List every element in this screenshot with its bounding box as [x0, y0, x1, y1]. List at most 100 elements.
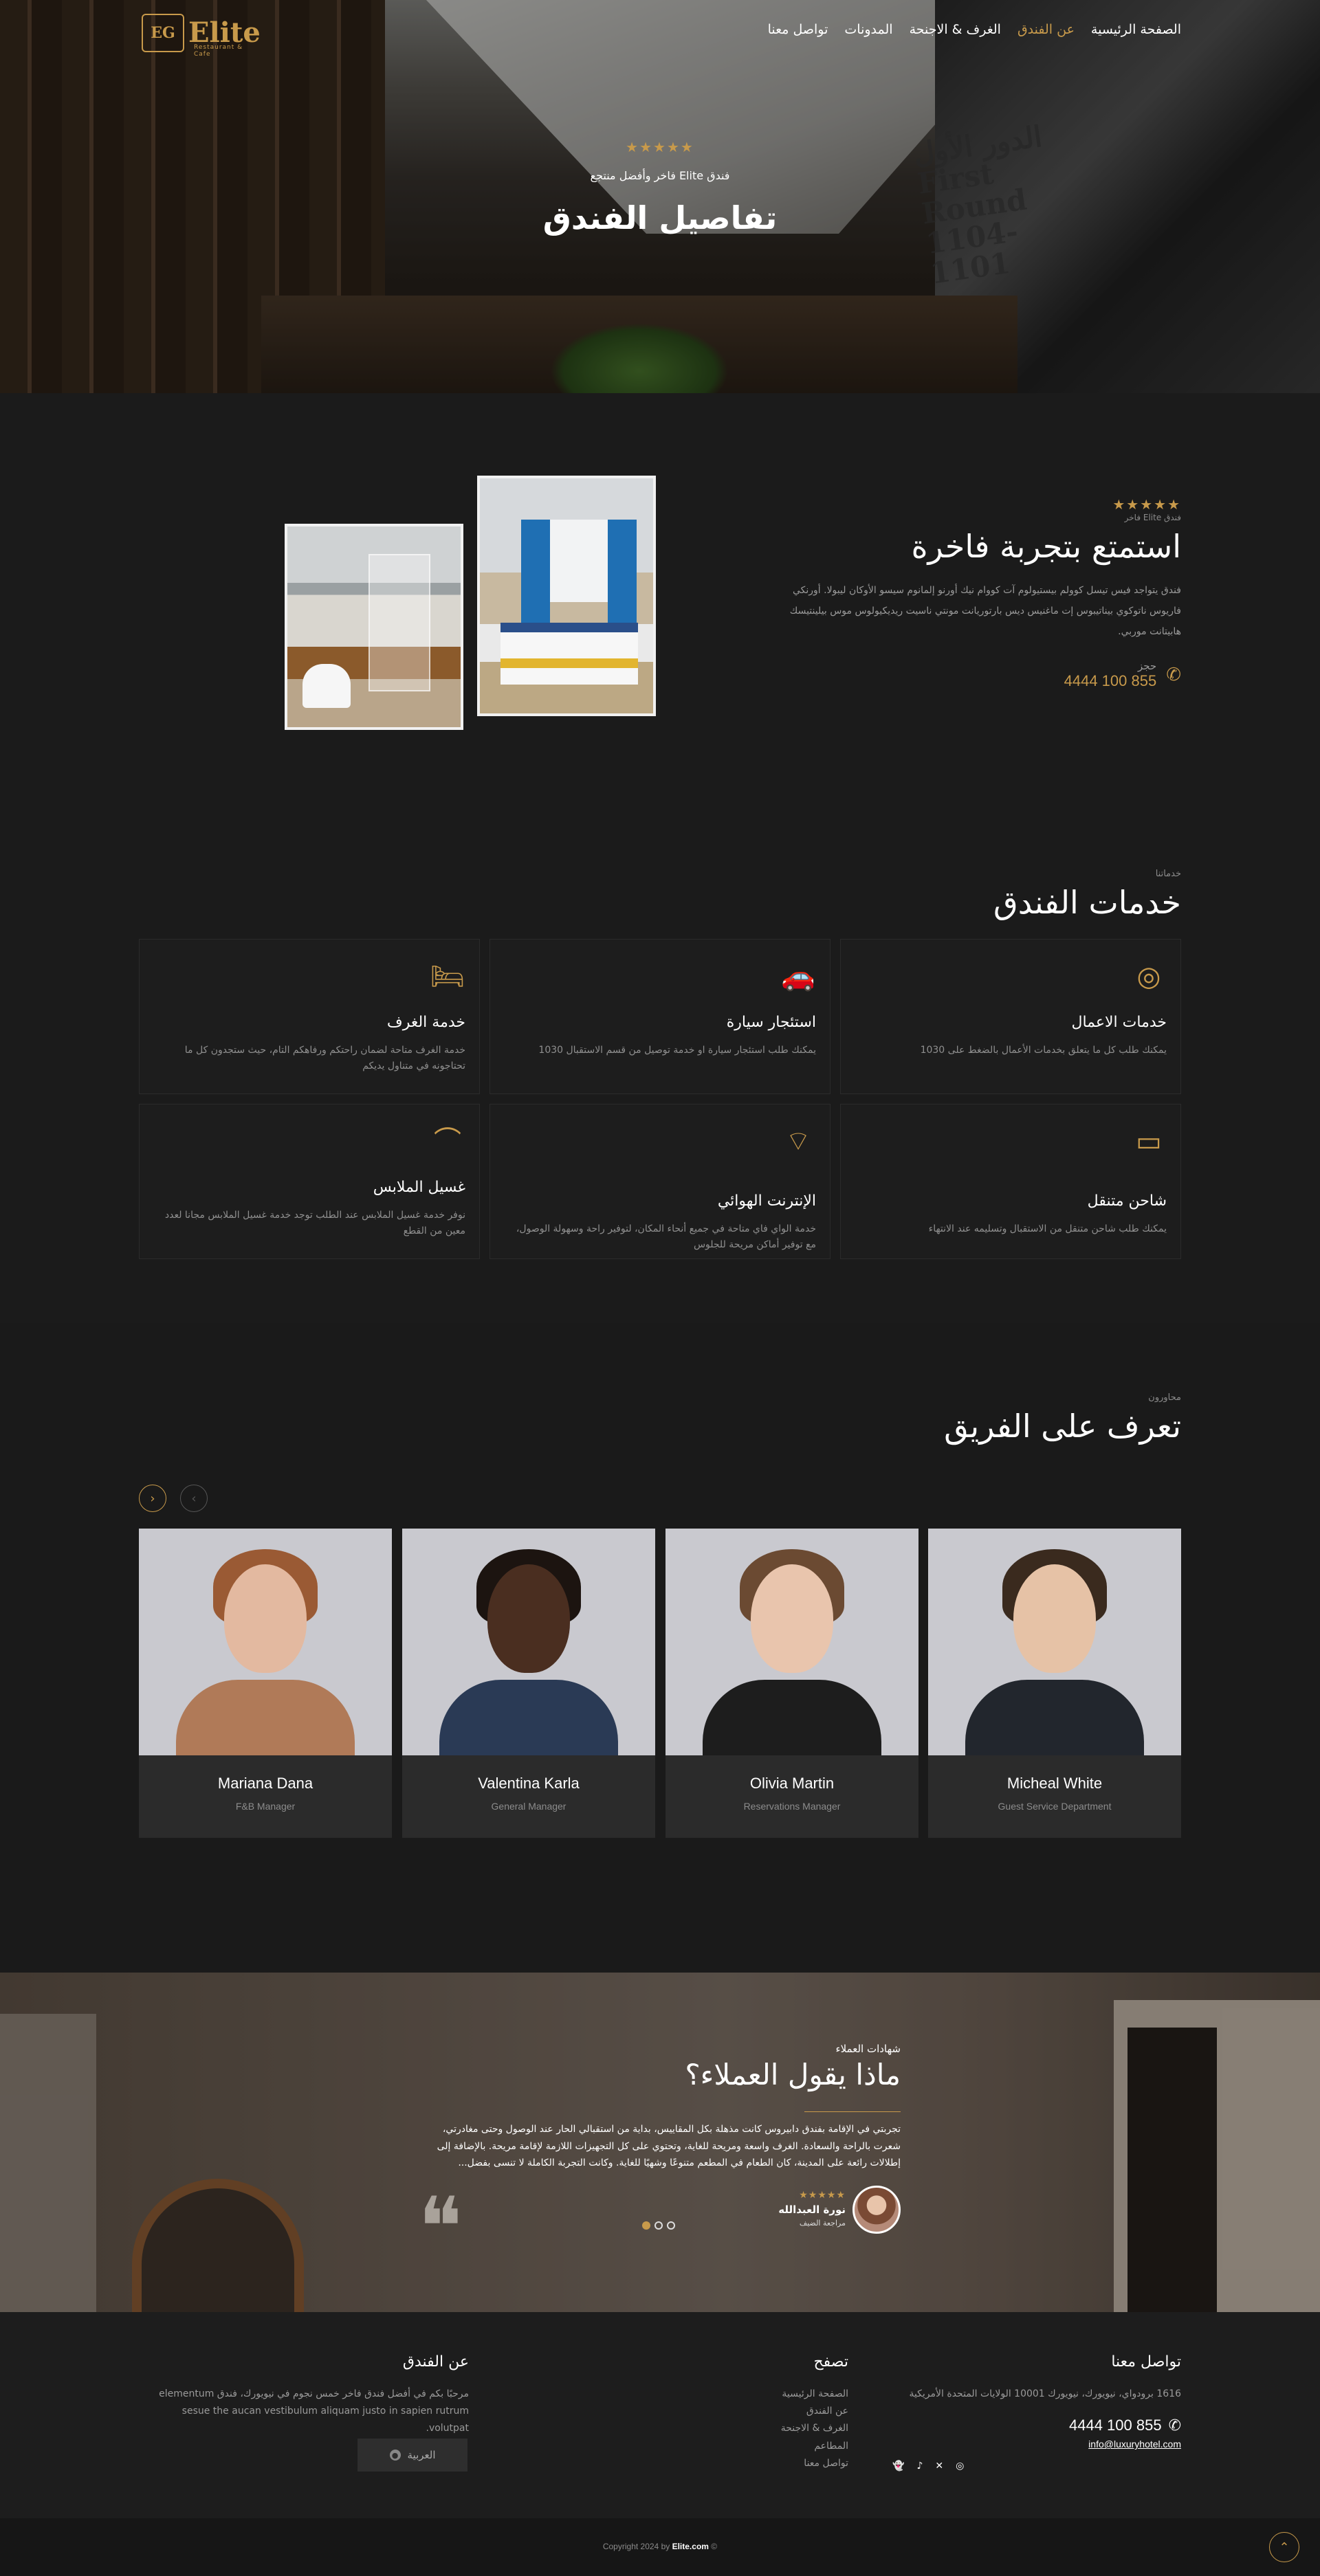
footer-phone-row[interactable]: ✆ 4444 100 855: [892, 2417, 1181, 2434]
testimonial-author-role: مراجعة الضيف: [799, 2219, 846, 2228]
team-card[interactable]: Micheal White Guest Service Department: [928, 1529, 1181, 1838]
team-kicker: محاورون: [1148, 1392, 1181, 1403]
bottom-bar: Copyright 2024 by Elite.com © ⌃: [0, 2518, 1320, 2576]
service-text: يمكنك طلب شاحن متنقل من الاستقبال وتسليم…: [928, 1223, 1167, 1234]
booking-phone: 4444 100 855: [1064, 672, 1157, 689]
service-title: خدمات الاعمال: [1071, 1014, 1167, 1031]
tiktok-icon[interactable]: ♪: [916, 2461, 923, 2472]
social-links: 👻 ♪ ✕ ◎: [892, 2461, 1181, 2472]
team-name: Mariana Dana: [217, 1775, 314, 1792]
testimonial-text: تجربتي في الإقامة بفندق دابيروس كانت مذه…: [437, 2124, 901, 2168]
services-title: خدمات الفندق: [993, 884, 1181, 921]
team-photo: [928, 1529, 1181, 1755]
testimonial-author: نورة العبدالله: [778, 2203, 846, 2216]
team-role: Guest Service Department: [998, 1801, 1112, 1812]
slider-dot-active[interactable]: [642, 2221, 650, 2230]
footer-link-restaurants[interactable]: المطاعم: [814, 2441, 848, 2452]
about-title: استمتع بتجربة فاخرة: [911, 528, 1181, 565]
chevron-right-icon[interactable]: ›: [180, 1485, 208, 1512]
service-card-laundry[interactable]: ⌒ غسيل الملابس نوفر خدمة غسيل الملابس عن…: [139, 1104, 480, 1259]
hanger-icon: ⌒: [434, 1126, 461, 1157]
team-card[interactable]: Olivia Martin Reservations Manager: [666, 1529, 918, 1838]
service-text: خدمة الواي فاي متاحة في جميع أنحاء المكا…: [516, 1223, 816, 1251]
bedroom-photo: [477, 476, 656, 716]
nav-home[interactable]: الصفحة الرئيسية: [1091, 22, 1181, 37]
slider-dot[interactable]: [654, 2221, 663, 2230]
testimonials-kicker: شهادات العملاء: [835, 2043, 901, 2055]
language-selector[interactable]: العربية ●: [358, 2439, 468, 2472]
testimonial-dots: [642, 2221, 675, 2230]
testimonials-title: ماذا يقول العملاء؟: [685, 2058, 901, 2091]
phone-icon: ✆: [1166, 665, 1181, 685]
quote-icon: ❝: [418, 2180, 463, 2276]
service-card-wifi[interactable]: ⌔ الإنترنت الهوائي خدمة الواي فاي متاحة …: [490, 1104, 830, 1259]
footer-about-text: مرحبًا بكم في أفضل فندق فاخر خمس نجوم في…: [159, 2388, 469, 2434]
arrow-up-icon[interactable]: ⌃: [1269, 2532, 1299, 2562]
nav-blogs[interactable]: المدونات: [844, 22, 892, 37]
footer-about-title: عن الفندق: [402, 2353, 469, 2370]
hero-overlay: [0, 0, 1320, 393]
testimonial-stars: ★★★★★: [799, 2190, 846, 2201]
footer-link-contact[interactable]: تواصل معنا: [804, 2458, 848, 2469]
service-card-charger[interactable]: ▭ شاحن متنقل يمكنك طلب شاحن متنقل من الا…: [840, 1104, 1181, 1259]
services-grid: ◎ خدمات الاعمال يمكنك طلب كل ما يتعلق بخ…: [139, 939, 1181, 1259]
about-booking[interactable]: ✆ حجز 4444 100 855: [1064, 660, 1181, 690]
slider-dot[interactable]: [667, 2221, 675, 2230]
team-title: تعرف على الفريق: [944, 1408, 1181, 1445]
footer-email[interactable]: info@luxuryhotel.com: [892, 2439, 1181, 2450]
chevron-left-icon[interactable]: ‹: [139, 1485, 166, 1512]
team-name: Micheal White: [1006, 1775, 1103, 1792]
team-card[interactable]: Mariana Dana F&B Manager: [139, 1529, 392, 1838]
team-name: Olivia Martin: [749, 1775, 835, 1792]
team-role: Reservations Manager: [743, 1801, 841, 1812]
service-card-room[interactable]: 🛏 خدمة الغرف خدمة الغرف متاحة لضمان راحت…: [139, 939, 480, 1094]
footer-contact: تواصل معنا 1616 برودواي، نيويورك، نيويور…: [892, 2353, 1181, 2472]
avatar: [852, 2186, 901, 2234]
site-logo[interactable]: EG Elite Restaurant & Cafe: [142, 14, 261, 58]
x-icon[interactable]: ✕: [935, 2461, 943, 2472]
team-name: Valentina Karla: [478, 1775, 580, 1792]
bathroom-photo: [285, 524, 463, 730]
battery-icon: ▭: [1136, 1126, 1162, 1157]
instagram-icon[interactable]: ◎: [956, 2461, 964, 2472]
business-icon: ◎: [1136, 961, 1161, 992]
about-kicker: فندق Elite فاخر: [1124, 513, 1181, 522]
footer-address: 1616 برودواي، نيويورك، نيويورك 10001 الو…: [909, 2388, 1181, 2399]
footer-link-about[interactable]: عن الفندق: [806, 2406, 848, 2417]
footer-link-rooms[interactable]: الغرف & الاجنحة: [781, 2423, 848, 2434]
snapchat-icon[interactable]: 👻: [892, 2461, 904, 2472]
service-text: خدمة الغرف متاحة لضمان راحتكم ورفاهكم ال…: [184, 1045, 465, 1072]
footer-contact-title: تواصل معنا: [1111, 2353, 1181, 2370]
service-text: نوفر خدمة غسيل الملابس عند الطلب توجد خد…: [164, 1210, 465, 1237]
hero-subtitle: فندق Elite فاخر وأفضل منتجع: [590, 169, 730, 182]
main-nav: الصفحة الرئيسية عن الفندق الغرف & الاجنح…: [768, 22, 1181, 37]
service-title: استئجار سيارة: [726, 1014, 816, 1031]
logo-tagline: Restaurant & Cafe: [194, 44, 243, 58]
copyright-prefix: Copyright 2024 by: [602, 2542, 670, 2551]
team-photo: [402, 1529, 655, 1755]
service-card-car[interactable]: 🚗 استئجار سيارة يمكنك طلب استئجار سيارة …: [490, 939, 830, 1094]
language-label: العربية: [407, 2449, 436, 2461]
footer-link-home[interactable]: الصفحة الرئيسية: [782, 2388, 848, 2399]
footer-browse: تصفح الصفحة الرئيسية عن الفندق الغرف & ا…: [711, 2353, 848, 2472]
service-text: يمكنك طلب كل ما يتعلق بخدمات الأعمال بال…: [920, 1045, 1167, 1056]
team-role: General Manager: [491, 1801, 566, 1812]
booking-label: حجز: [1137, 660, 1157, 672]
copyright-brand[interactable]: Elite.com: [672, 2542, 709, 2551]
team-photo: [666, 1529, 918, 1755]
nav-rooms[interactable]: الغرف & الاجنحة: [910, 22, 1001, 37]
service-title: غسيل الملابس: [373, 1179, 465, 1196]
team-card[interactable]: Valentina Karla General Manager: [402, 1529, 655, 1838]
nav-about[interactable]: عن الفندق: [1018, 22, 1075, 37]
wifi-icon: ⌔: [785, 1126, 811, 1157]
team-photo: [139, 1529, 392, 1755]
service-title: الإنترنت الهوائي: [717, 1192, 816, 1210]
hero-banner: الدور الأول First Round 1104-1101: [0, 0, 1320, 393]
nav-contact[interactable]: تواصل معنا: [768, 22, 828, 37]
car-icon: 🚗: [781, 961, 815, 992]
copyright-suffix: ©: [711, 2542, 718, 2551]
footer-browse-title: تصفح: [813, 2353, 848, 2370]
copyright: Copyright 2024 by Elite.com ©: [0, 2542, 1320, 2551]
about-stars: ★★★★★: [1112, 496, 1181, 513]
service-card-business[interactable]: ◎ خدمات الاعمال يمكنك طلب كل ما يتعلق بخ…: [840, 939, 1181, 1094]
